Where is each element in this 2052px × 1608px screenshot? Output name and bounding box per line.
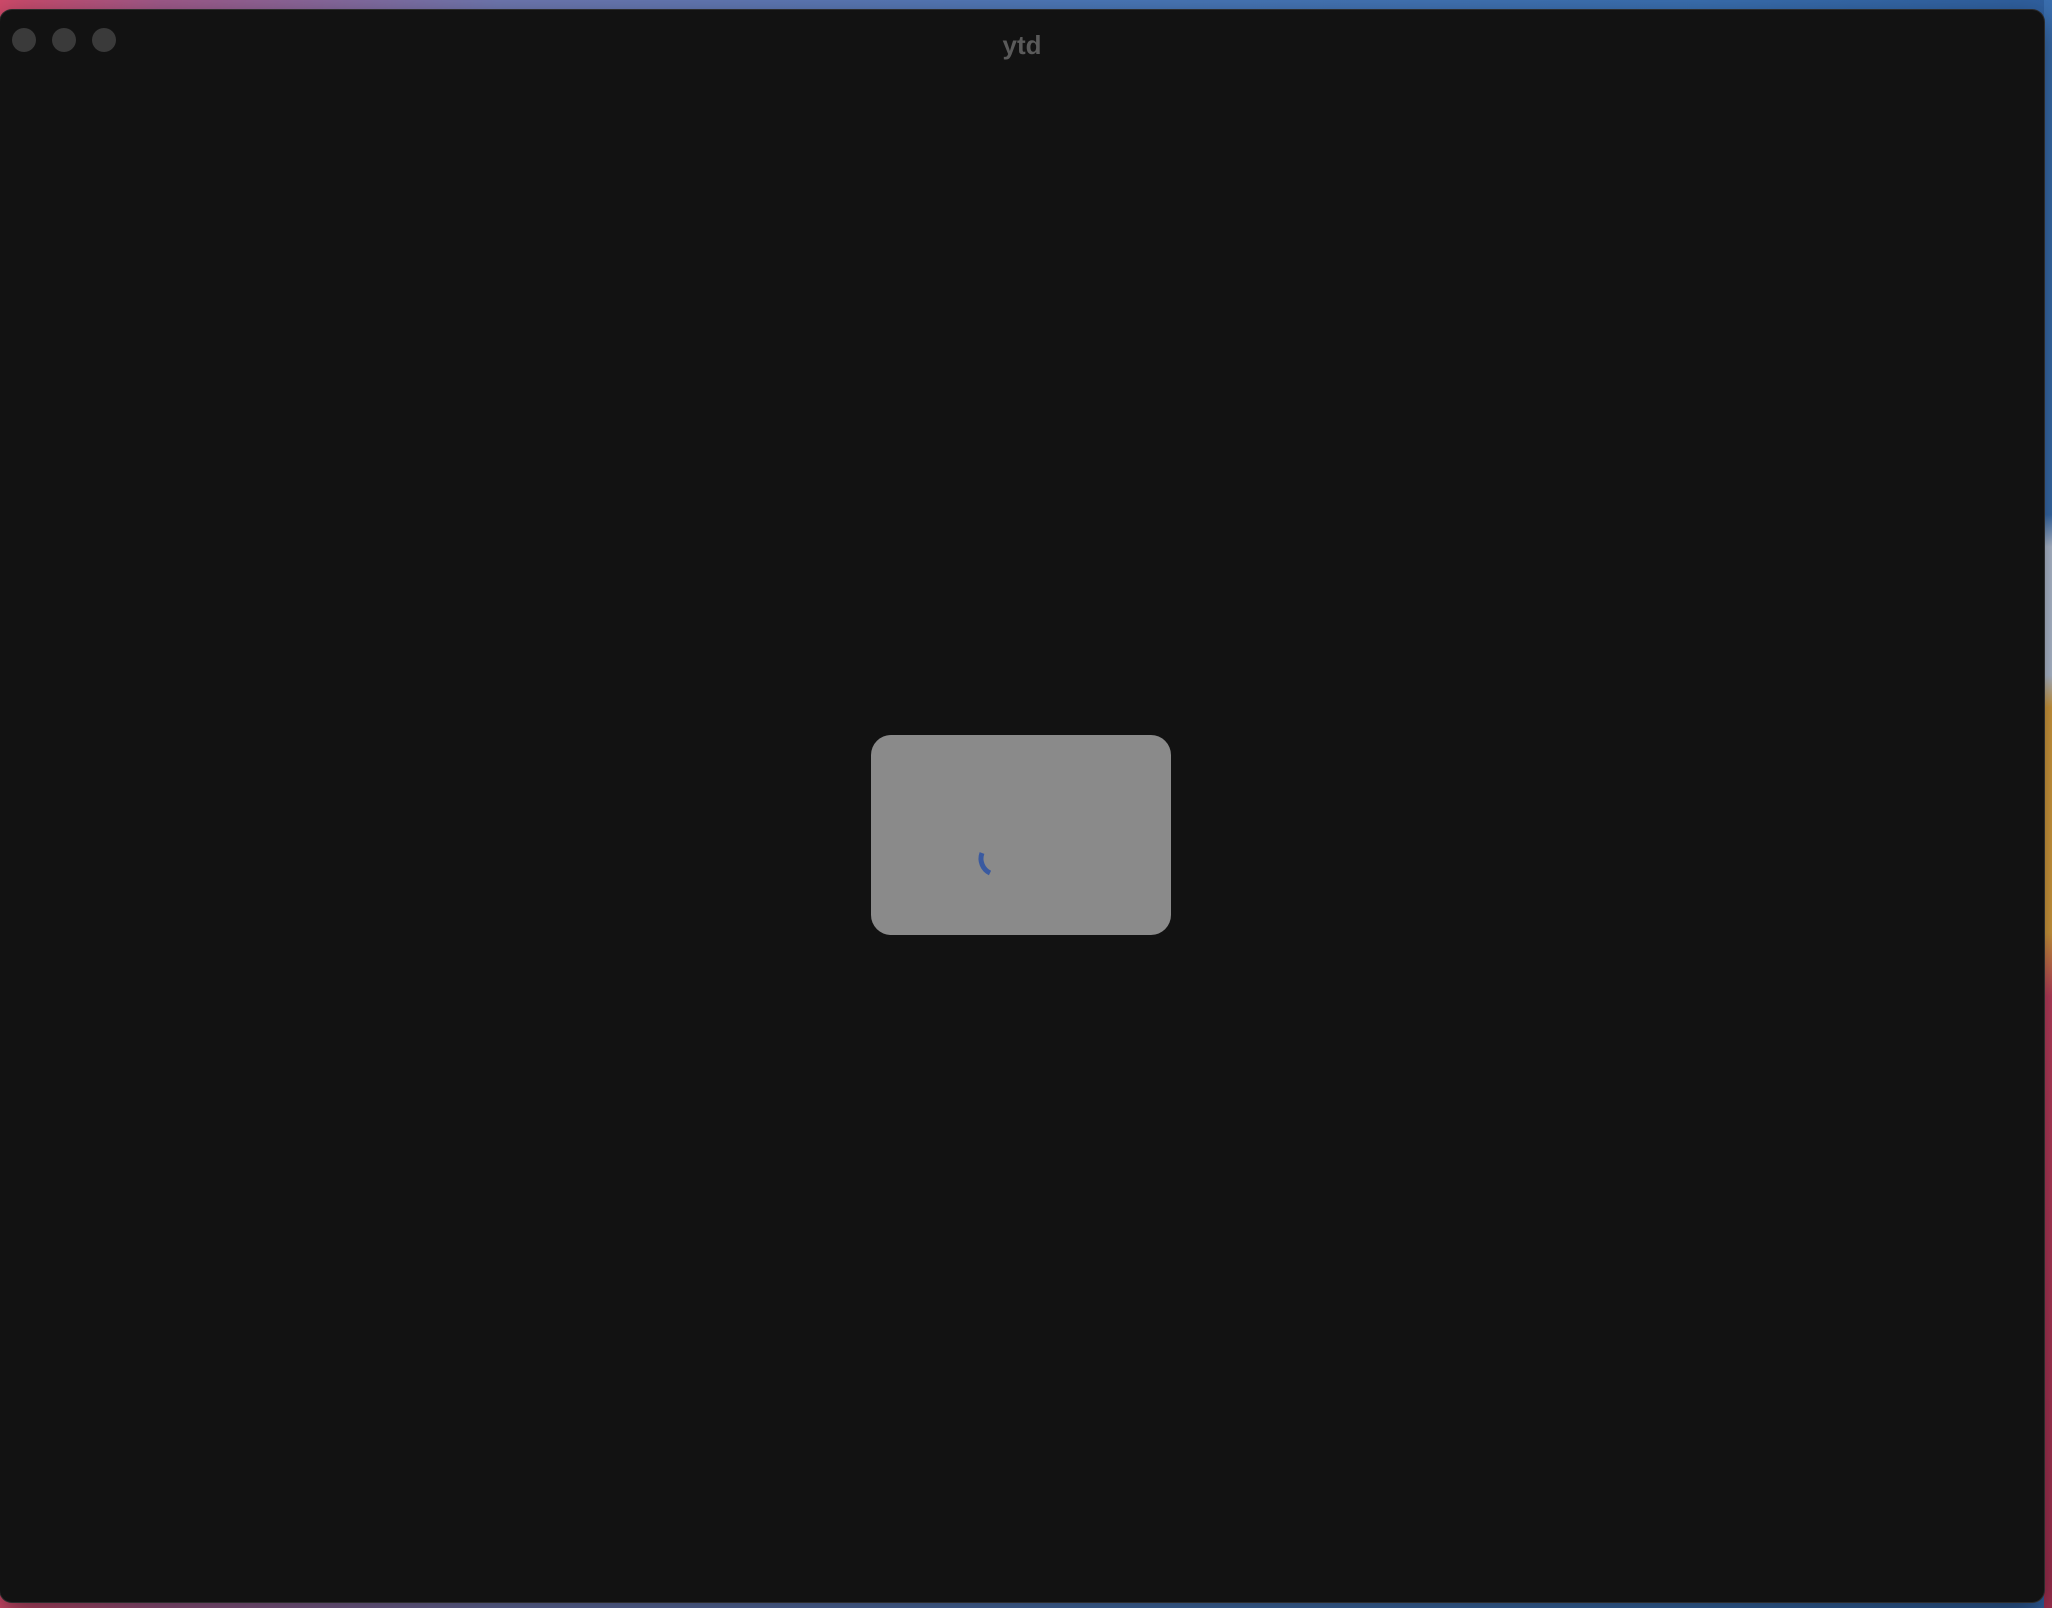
app-window: ytd [0, 10, 2044, 1602]
desktop-edge [2044, 0, 2052, 1608]
window-title: ytd [1002, 30, 1042, 60]
loading-dialog [871, 735, 1171, 935]
title-bar[interactable]: ytd [0, 10, 2044, 66]
loading-spinner-icon [978, 852, 992, 876]
